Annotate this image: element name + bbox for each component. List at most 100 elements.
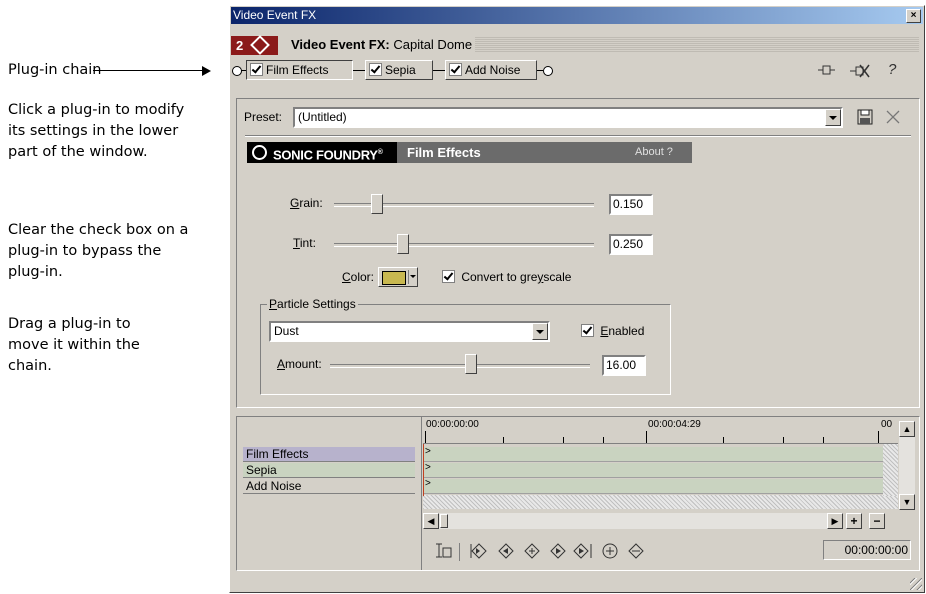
event-number-badge: 2 [231,35,278,55]
add-keyframe-icon[interactable] [523,542,541,564]
keyframe-marker-icon[interactable]: > [425,462,431,473]
preset-dropdown[interactable]: (Untitled) [293,107,843,128]
amount-slider-track[interactable] [330,364,590,368]
ruler-tick [425,431,426,443]
ruler-tick [503,437,504,443]
header-title-bold: Video Event FX: [291,37,390,52]
particle-enabled-option[interactable]: Enabled [581,324,644,338]
track-sepia[interactable]: Sepia [243,463,415,478]
window-title: Video Event FX [233,8,317,22]
amount-slider-thumb[interactable] [465,354,477,374]
color-picker-button[interactable] [378,267,418,287]
next-keyframe-icon[interactable] [549,542,567,564]
zoom-out-button[interactable]: − [869,513,885,529]
track-add-noise[interactable]: Add Noise [243,479,415,494]
tint-label: Tint: [293,236,316,250]
plugin-banner: SONIC FOUNDRY® Film Effects About ? [247,142,692,163]
previous-keyframe-icon[interactable] [497,542,515,564]
ruler-tick [563,437,564,443]
scroll-down-button[interactable]: ▼ [899,494,915,510]
plugin-sepia[interactable]: Sepia [365,60,433,80]
about-button[interactable]: About ? [635,142,673,163]
horizontal-scroll-thumb[interactable] [440,514,448,528]
greyscale-checkbox[interactable] [442,270,455,283]
zoom-in-button[interactable]: + [846,513,862,529]
save-preset-icon[interactable] [857,109,873,128]
track-list: Film Effects Sepia Add Noise [237,417,422,570]
vertical-scroll-track[interactable] [899,437,915,494]
color-swatch [382,271,406,285]
chain-start-node [232,66,242,76]
scroll-left-button[interactable]: ◀ [423,513,439,529]
help-icon[interactable]: ? [888,61,896,78]
first-keyframe-icon[interactable] [469,542,487,564]
chevron-down-icon [410,275,416,278]
annotation-arrowhead [202,66,211,76]
delete-keyframe-icon[interactable] [627,542,645,564]
sonic-foundry-logo: SONIC FOUNDRY® [247,142,397,163]
particle-enabled-checkbox[interactable] [581,324,594,337]
track-film-effects[interactable]: Film Effects [243,447,415,462]
time-ruler[interactable]: 00:00:00:00 00:00:04:29 00 [423,417,898,444]
keyframe-marker-icon[interactable]: > [425,446,431,457]
lane-film-effects[interactable] [423,447,883,462]
plugin-sepia-checkbox[interactable] [369,63,382,76]
header-title: Video Event FX: Capital Dome [288,35,476,55]
timeline-empty-area [423,495,898,509]
amount-value-field[interactable]: 16.00 [602,355,646,376]
cursor-line [423,444,424,496]
plugin-add-noise-label: Add Noise [465,63,521,77]
plugin-film-effects-checkbox[interactable] [250,63,263,76]
annotation-arrow-line [93,70,205,71]
particle-type-dropdown[interactable]: Dust [269,321,550,342]
grain-value-field[interactable]: 0.150 [609,194,653,215]
remove-plugin-icon[interactable] [850,64,870,81]
particle-settings-title: Particle Settings [267,297,358,311]
tint-value-field[interactable]: 0.250 [609,234,653,255]
plugin-sepia-label: Sepia [385,63,416,77]
separator [245,135,911,137]
chain-end-node [543,66,553,76]
plugin-add-noise-checkbox[interactable] [449,63,462,76]
badge-number: 2 [236,38,244,53]
plugin-settings-panel: Preset: (Untitled) SONIC FOUNDRY® Film E… [236,98,920,408]
amount-label: Amount: [277,357,322,371]
greyscale-option[interactable]: Convert to greyscale [442,270,571,284]
annotation-clear-checkbox: Clear the check box on a plug-in to bypa… [8,222,189,280]
horizontal-scroll-track[interactable] [439,513,827,529]
event-header: 2 Video Event FX: Capital Dome [231,35,919,55]
plugin-film-effects[interactable]: Film Effects [246,60,353,80]
keyframe-marker-icon[interactable]: > [425,478,431,489]
title-bar[interactable]: Video Event FX × [231,7,923,24]
ruler-tick [603,437,604,443]
lane-add-noise[interactable] [423,479,883,494]
tint-slider-track[interactable] [334,243,594,247]
fx-diamond-icon [250,35,270,55]
ruler-label-start: 00:00:00:00 [426,419,479,430]
tint-slider-thumb[interactable] [397,234,409,254]
plugin-chooser-icon[interactable] [818,64,836,79]
timecode-display[interactable]: 00:00:00:00 [823,540,911,560]
plugin-add-noise[interactable]: Add Noise [445,60,537,80]
scroll-right-button[interactable]: ▶ [827,513,843,529]
swatch-divider [408,270,409,284]
color-label: Color: [342,270,375,284]
particle-settings-group: Particle Settings Dust Enabled Amount: 1… [260,297,671,395]
delete-preset-icon[interactable] [885,109,901,128]
insert-keyframe-icon[interactable] [601,542,619,564]
resize-grip[interactable] [910,578,922,590]
particle-type-value: Dust [274,324,299,338]
preset-label: Preset: [244,110,283,124]
toolbar-divider [459,543,460,561]
lane-sepia[interactable] [423,463,883,478]
ruler-tick [646,431,647,443]
timeline-area: 00:00:00:00 00:00:04:29 00 > > > ▲ ▼ ◀ ▶… [423,417,917,570]
sync-cursor-icon[interactable] [433,542,453,564]
chevron-down-icon[interactable] [825,109,841,126]
grain-slider-thumb[interactable] [371,194,383,214]
scroll-up-button[interactable]: ▲ [899,421,915,437]
chevron-down-icon[interactable] [532,323,548,340]
close-button[interactable]: × [906,9,921,23]
last-keyframe-icon[interactable] [573,542,593,564]
ruler-label-end: 00 [881,419,893,430]
